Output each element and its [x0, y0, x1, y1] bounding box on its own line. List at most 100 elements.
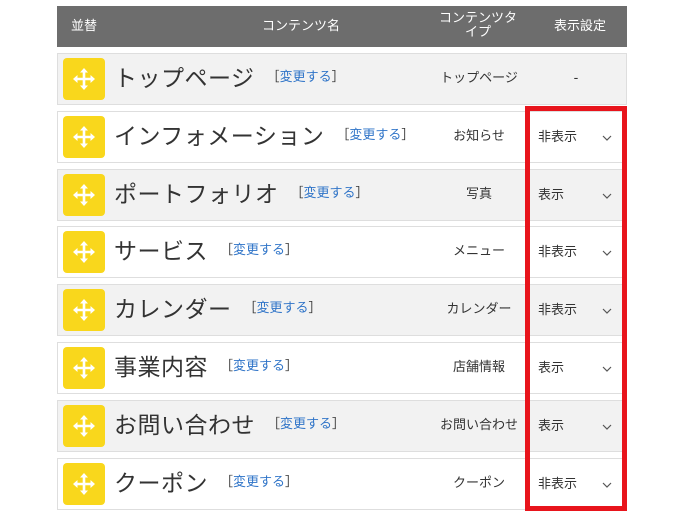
content-name-text: お問い合わせ	[114, 413, 255, 439]
bracket-open: ［	[266, 69, 280, 85]
change-link[interactable]: 変更する	[233, 243, 285, 258]
display-select[interactable]: 非表示	[532, 239, 618, 267]
header-type-line1: コンテンツタ	[438, 11, 517, 26]
content-name: トップページ ［変更する］	[114, 54, 345, 104]
display-select[interactable]: 非表示	[532, 471, 618, 499]
bracket-close: ］	[355, 185, 369, 201]
change-link[interactable]: 変更する	[280, 70, 332, 85]
drag-handle[interactable]	[63, 58, 105, 100]
display-select-value: 非表示	[538, 477, 578, 492]
bracket-open: ［	[290, 185, 304, 201]
move-arrows-icon	[73, 241, 95, 263]
display-select-value: 表示	[538, 188, 565, 203]
change-link-wrap: ［変更する］	[267, 70, 345, 85]
table-row: ポートフォリオ ［変更する］ 写真 表示	[57, 169, 627, 221]
drag-handle[interactable]	[63, 116, 105, 158]
drag-handle[interactable]	[63, 405, 105, 447]
bracket-close: ］	[285, 474, 299, 490]
table-row: 事業内容 ［変更する］ 店舗情報 表示	[57, 342, 627, 394]
move-arrows-icon	[73, 357, 95, 379]
drag-handle[interactable]	[63, 231, 105, 273]
bracket-close: ］	[285, 242, 299, 258]
change-link-wrap: ［変更する］	[267, 417, 345, 432]
chevron-down-icon	[602, 366, 612, 372]
display-select-value: 非表示	[538, 303, 578, 318]
bracket-close: ］	[332, 416, 346, 432]
chevron-down-icon	[602, 308, 612, 314]
change-link[interactable]: 変更する	[233, 475, 285, 490]
change-link-wrap: ［変更する］	[336, 128, 414, 143]
content-name-text: カレンダー	[114, 297, 232, 323]
change-link-wrap: ［変更する］	[220, 359, 298, 374]
content-type: クーポン	[452, 476, 505, 491]
content-name-text: 事業内容	[114, 355, 208, 381]
display-select[interactable]: 非表示	[532, 124, 618, 152]
change-link-wrap: ［変更する］	[220, 475, 298, 490]
content-name-text: クーポン	[114, 471, 208, 497]
change-link[interactable]: 変更する	[257, 301, 309, 316]
content-type: 店舗情報	[452, 360, 505, 375]
bracket-open: ［	[220, 242, 234, 258]
change-link[interactable]: 変更する	[349, 128, 401, 143]
change-link[interactable]: 変更する	[304, 186, 356, 201]
content-name: カレンダー ［変更する］	[114, 285, 322, 335]
move-arrows-icon	[73, 299, 95, 321]
table-row: クーポン ［変更する］ クーポン 非表示	[57, 458, 627, 510]
drag-handle[interactable]	[63, 347, 105, 389]
header-display: 表示設定	[553, 19, 606, 34]
content-table: 並替 コンテンツ名 コンテンツタ イプ 表示設定 トップページ ［変更する］ トップ…	[57, 6, 627, 510]
bracket-open: ［	[220, 474, 234, 490]
content-name: クーポン ［変更する］	[114, 459, 298, 509]
drag-handle[interactable]	[63, 463, 105, 505]
content-name: 事業内容 ［変更する］	[114, 343, 298, 393]
table-row: お問い合わせ ［変更する］ お問い合わせ 表示	[57, 400, 627, 452]
bracket-close: ］	[331, 69, 345, 85]
header-type-line2: イプ	[464, 25, 491, 40]
content-name: サービス ［変更する］	[114, 227, 298, 277]
bracket-close: ］	[285, 358, 299, 374]
display-none: -	[573, 71, 579, 86]
content-type: メニュー	[452, 244, 505, 259]
content-name-text: ポートフォリオ	[114, 182, 279, 208]
display-select[interactable]: 表示	[532, 182, 618, 210]
content-name: お問い合わせ ［変更する］	[114, 401, 345, 451]
display-select-value: 表示	[538, 419, 565, 434]
move-arrows-icon	[73, 184, 95, 206]
table-header: 並替 コンテンツ名 コンテンツタ イプ 表示設定	[57, 6, 627, 47]
move-arrows-icon	[73, 415, 95, 437]
change-link-wrap: ［変更する］	[220, 243, 298, 258]
content-name: ポートフォリオ ［変更する］	[114, 170, 369, 220]
bracket-close: ］	[401, 127, 415, 143]
bracket-open: ［	[336, 127, 350, 143]
content-type: カレンダー	[446, 302, 512, 317]
header-sort: 並替	[70, 19, 97, 34]
content-name-text: サービス	[114, 239, 208, 265]
move-arrows-icon	[73, 473, 95, 495]
content-type: お問い合わせ	[439, 418, 518, 433]
change-link-wrap: ［変更する］	[244, 301, 322, 316]
display-select[interactable]: 表示	[532, 355, 618, 383]
change-link[interactable]: 変更する	[280, 417, 332, 432]
display-select-value: 非表示	[538, 130, 578, 145]
table-row: トップページ ［変更する］ トップページ -	[57, 53, 627, 105]
bracket-open: ［	[243, 300, 257, 316]
display-select[interactable]: 非表示	[532, 297, 618, 325]
header-type: コンテンツタ イプ	[427, 12, 529, 40]
content-name-text: トップページ	[114, 66, 255, 92]
move-arrows-icon	[73, 126, 95, 148]
content-type: お知らせ	[453, 129, 505, 144]
chevron-down-icon	[602, 193, 612, 199]
drag-handle[interactable]	[63, 174, 105, 216]
drag-handle[interactable]	[63, 289, 105, 331]
bracket-close: ］	[308, 300, 322, 316]
change-link[interactable]: 変更する	[233, 359, 285, 374]
display-select[interactable]: 表示	[532, 413, 618, 441]
content-type: トップページ	[440, 71, 518, 86]
bracket-open: ［	[267, 416, 281, 432]
bracket-open: ［	[220, 358, 234, 374]
chevron-down-icon	[602, 424, 612, 430]
chevron-down-icon	[602, 250, 612, 256]
table-row: カレンダー ［変更する］ カレンダー 非表示	[57, 284, 627, 336]
display-select-value: 非表示	[538, 245, 578, 260]
display-select-value: 表示	[538, 361, 565, 376]
